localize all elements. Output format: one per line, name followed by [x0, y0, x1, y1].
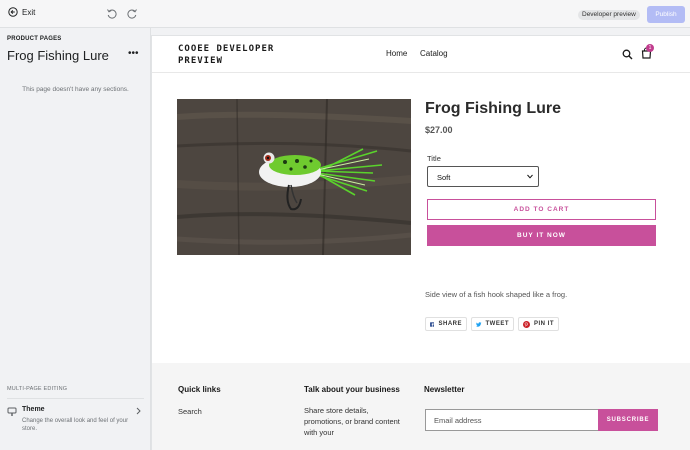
subscribe-button[interactable]: SUBSCRIBE	[598, 409, 658, 431]
theme-description: Change the overall look and feel of your…	[22, 418, 129, 432]
theme-settings-item[interactable]: Theme Change the overall look and feel o…	[7, 406, 145, 440]
product-image[interactable]	[177, 99, 411, 255]
add-to-cart-button[interactable]: ADD TO CART	[427, 199, 656, 220]
twitter-icon	[476, 321, 482, 327]
nav-link-home[interactable]: Home	[386, 49, 407, 58]
developer-preview-badge: Developer preview	[578, 10, 640, 20]
pinterest-icon	[523, 320, 530, 328]
share-pinterest-label: PIN IT	[534, 321, 555, 327]
facebook-icon	[430, 321, 435, 327]
theme-title: Theme	[22, 406, 45, 413]
product-price: $27.00	[425, 125, 453, 135]
footer-talk-text: Share store details, promotions, or bran…	[304, 406, 400, 437]
search-icon[interactable]	[622, 49, 633, 60]
nav-link-catalog[interactable]: Catalog	[420, 49, 448, 58]
exit-button[interactable]: Exit	[8, 7, 35, 17]
share-twitter-button[interactable]: TWEET	[471, 317, 514, 331]
undo-icon[interactable]	[106, 8, 117, 19]
variant-select[interactable]: Soft	[427, 166, 539, 187]
share-twitter-label: TWEET	[485, 321, 509, 327]
exit-label: Exit	[22, 7, 36, 17]
publish-button[interactable]: Publish	[647, 6, 685, 23]
product-title: Frog Fishing Lure	[425, 100, 561, 117]
chevron-right-icon	[136, 407, 141, 415]
store-logo-text[interactable]: COOEE DEVELOPER PREVIEW	[178, 43, 318, 67]
email-placeholder: Email address	[434, 416, 482, 425]
cart-count-badge: 1	[646, 44, 654, 52]
theme-brush-icon	[7, 407, 17, 416]
share-facebook-button[interactable]: SHARE	[425, 317, 467, 331]
multi-page-editing-heading: MULTI-PAGE EDITING	[7, 386, 68, 392]
sidebar-divider	[7, 398, 144, 399]
store-header: COOEE DEVELOPER PREVIEW Home Catalog 1	[152, 36, 690, 73]
variant-select-value: Soft	[437, 173, 451, 182]
exit-arrow-icon	[8, 7, 18, 17]
share-pinterest-button[interactable]: PIN IT	[518, 317, 559, 331]
buy-it-now-button[interactable]: BUY IT NOW	[427, 225, 656, 246]
page-type-eyebrow: PRODUCT PAGES	[7, 36, 62, 42]
footer-quick-links-heading: Quick links	[178, 385, 221, 394]
frog-lure-illustration	[177, 99, 411, 255]
store-preview-frame: COOEE DEVELOPER PREVIEW Home Catalog 1 F…	[152, 36, 690, 450]
more-actions-button[interactable]: •••	[128, 48, 139, 59]
chevron-down-icon	[527, 174, 533, 179]
share-facebook-label: SHARE	[438, 321, 462, 327]
page-title: Frog Fishing Lure	[7, 48, 109, 63]
footer-link-search[interactable]: Search	[178, 407, 202, 416]
footer-newsletter-heading: Newsletter	[424, 385, 465, 394]
footer-talk-heading: Talk about your business	[304, 385, 400, 394]
product-description: Side view of a fish hook shaped like a f…	[425, 290, 568, 299]
editor-sidebar: PRODUCT PAGES Frog Fishing Lure ••• This…	[0, 28, 151, 450]
variant-option-label: Title	[427, 154, 441, 163]
store-footer: Quick links Talk about your business New…	[152, 363, 690, 450]
editor-topbar: Exit Developer preview Publish	[0, 0, 690, 28]
empty-sections-message: This page doesn't have any sections.	[22, 86, 129, 93]
newsletter-email-input[interactable]: Email address	[425, 409, 599, 431]
redo-icon[interactable]	[127, 8, 138, 19]
